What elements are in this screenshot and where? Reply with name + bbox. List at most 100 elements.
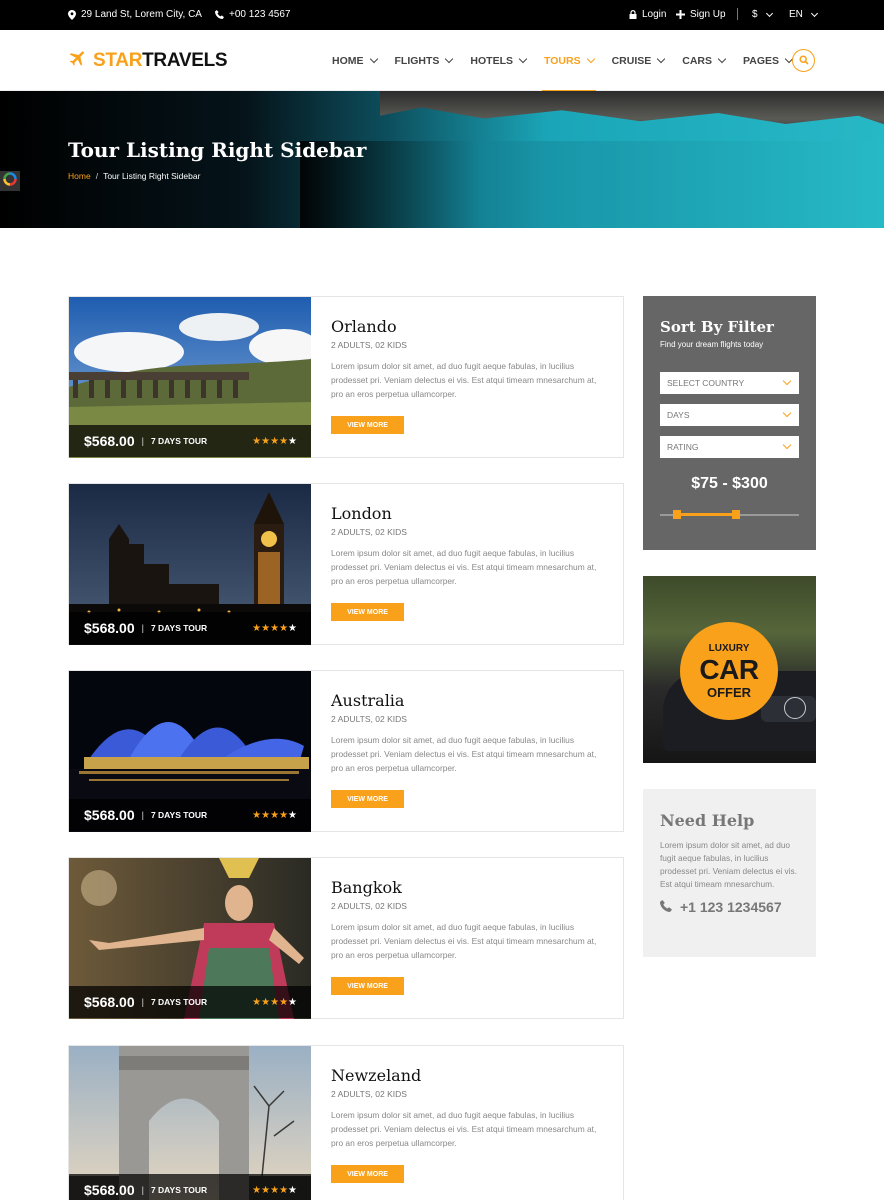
help-title: Need Help [660,811,755,830]
tour-description: Lorem ipsum dolor sit amet, ad duo fugit… [331,548,597,586]
brand-logo[interactable]: STARTRAVELS [68,48,228,73]
price-range-label: $75 - $300 [691,475,768,492]
promo-badge: LUXURY CAR OFFER [680,622,778,720]
star-filled-icon: ★ [261,622,271,634]
tour-city[interactable]: Newzeland [331,1066,421,1085]
login-label: Login [642,9,667,20]
tour-city[interactable]: London [331,504,392,523]
nav-pages[interactable]: PAGES [743,30,794,91]
chevron-down-icon [782,376,792,386]
tour-duration: 7 DAYS TOUR [150,623,208,633]
brand-name: STARTRAVELS [93,49,228,71]
chevron-down-icon [369,54,378,64]
signup-link[interactable]: Sign Up [676,9,726,20]
star-rating: ★★★★★ [252,623,297,634]
star-empty-icon: ★ [288,435,297,447]
phone-text: +00 123 4567 [229,9,291,20]
tour-duration: 7 DAYS TOUR [150,997,208,1007]
rating-select[interactable]: RATING [660,436,799,458]
chevron-down-icon [445,54,454,64]
nav-flights[interactable]: FLIGHTS [395,30,454,91]
price-range-slider[interactable] [660,510,799,519]
breadcrumb-home[interactable]: Home [68,171,91,181]
view-more-button[interactable]: VIEW MORE [331,603,404,621]
price-separator: | [141,997,144,1007]
currency-value: $ [752,9,758,20]
star-filled-icon: ★ [252,1184,262,1196]
star-filled-icon: ★ [279,809,289,821]
breadcrumb-current: Tour Listing Right Sidebar [103,171,201,181]
search-button[interactable] [792,49,815,72]
star-empty-icon: ★ [288,996,297,1008]
hero-water-image [300,141,884,228]
country-select[interactable]: SELECT COUNTRY [660,372,799,394]
nav-home[interactable]: HOME [332,30,378,91]
view-more-button[interactable]: VIEW MORE [331,977,404,995]
tour-city[interactable]: Orlando [331,317,397,336]
country-select-value: SELECT COUNTRY [667,378,745,388]
language-select[interactable]: EN [789,9,818,20]
days-select[interactable]: DAYS [660,404,799,426]
price-separator: | [141,623,144,633]
tour-description: Lorem ipsum dolor sit amet, ad duo fugit… [331,361,597,399]
search-icon [798,52,809,70]
address-info: 29 Land St, Lorem City, CA [68,9,202,20]
chevron-down-icon [518,54,528,64]
nav-tours[interactable]: TOURS [542,30,596,92]
chevron-down-icon [657,54,666,64]
star-filled-icon: ★ [252,996,262,1008]
chevron-down-icon [782,408,792,418]
top-bar: 29 Land St, Lorem City, CA +00 123 4567 … [0,0,884,30]
main-header: STARTRAVELS HOME FLIGHTS HOTELS TOURS CR… [0,30,884,92]
phone-info: +00 123 4567 [215,9,290,20]
tour-price-bar: $568.00 | 7 DAYS TOUR ★★★★★ [69,1174,311,1200]
star-filled-icon: ★ [252,622,262,634]
color-switcher-button[interactable] [0,171,20,191]
address-text: 29 Land St, Lorem City, CA [81,9,202,20]
view-more-button[interactable]: VIEW MORE [331,416,404,434]
star-filled-icon: ★ [261,809,271,821]
slider-fill [676,513,737,516]
star-filled-icon: ★ [279,1184,289,1196]
filter-subtitle: Find your dream flights today [660,340,764,349]
tour-price-bar: $568.00 | 7 DAYS TOUR ★★★★★ [69,986,311,1018]
tour-card: $568.00 | 7 DAYS TOUR ★★★★★ Australia 2 … [68,670,624,832]
nav-cruise[interactable]: CRUISE [612,30,666,91]
star-filled-icon: ★ [261,996,271,1008]
tour-card: $568.00 | 7 DAYS TOUR ★★★★★ London 2 ADU… [68,483,624,645]
tour-guests: 2 ADULTS, 02 KIDS [331,901,407,911]
help-phone[interactable]: +1 123 1234567 [660,899,782,915]
sort-filter-panel: Sort By Filter Find your dream flights t… [643,296,816,550]
map-pin-icon [68,9,76,20]
tour-guests: 2 ADULTS, 02 KIDS [331,714,407,724]
nav-hotels[interactable]: HOTELS [470,30,528,91]
slider-handle-min[interactable] [672,510,681,519]
chevron-down-icon [810,9,818,17]
luxury-car-promo[interactable]: LUXURY CAR OFFER [643,576,816,763]
hero-rock-image [380,91,884,130]
currency-select[interactable]: $ [752,9,773,20]
breadcrumb: Home / Tour Listing Right Sidebar [68,171,200,181]
car-emblem [784,697,806,719]
view-more-button[interactable]: VIEW MORE [331,1165,404,1183]
star-empty-icon: ★ [288,809,297,821]
nav-cars[interactable]: CARS [682,30,727,91]
help-phone-number: +1 123 1234567 [680,899,782,915]
login-link[interactable]: Login [629,9,666,20]
price-separator: | [141,1185,144,1195]
tour-guests: 2 ADULTS, 02 KIDS [331,527,407,537]
star-filled-icon: ★ [270,809,280,821]
star-filled-icon: ★ [270,996,280,1008]
star-filled-icon: ★ [261,435,271,447]
chevron-down-icon [782,440,792,450]
slider-handle-max[interactable] [732,510,741,519]
chevron-down-icon [717,54,727,64]
price-separator: | [141,436,144,446]
tour-price-bar: $568.00 | 7 DAYS TOUR ★★★★★ [69,612,311,644]
tour-city[interactable]: Australia [331,691,404,710]
phone-icon [215,10,224,19]
tour-city[interactable]: Bangkok [331,878,402,897]
language-value: EN [789,9,803,20]
price-separator: | [141,810,144,820]
view-more-button[interactable]: VIEW MORE [331,790,404,808]
